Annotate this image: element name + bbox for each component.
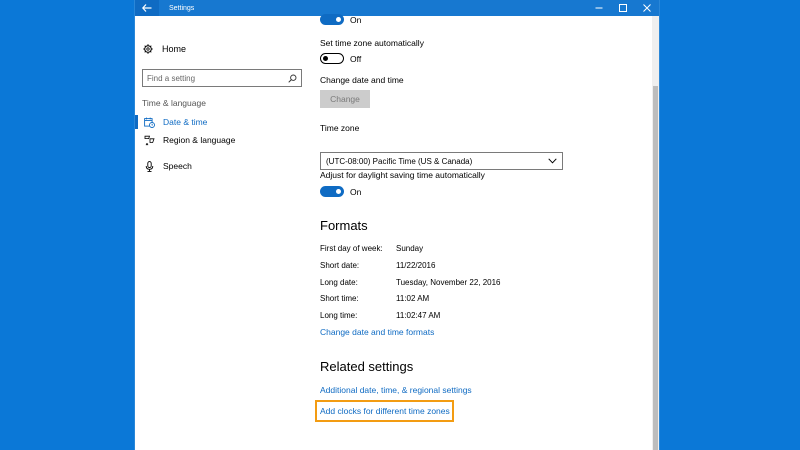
back-button[interactable] [135,0,159,16]
dst-label: Adjust for daylight saving time automati… [320,170,485,180]
dst-row: On [320,186,361,197]
format-value: 11:02:47 AM [396,311,441,320]
sidebar-home-label: Home [162,44,187,54]
time-zone-label: Time zone [320,123,360,133]
toggle-state: Off [350,53,362,64]
toggle-state: On [350,14,362,25]
sidebar-item-speech[interactable]: Speech [135,157,309,175]
calendar-clock-icon [144,117,155,128]
sidebar-item-label: Speech [163,161,192,171]
time-zone-dropdown[interactable]: (UTC-08:00) Pacific Time (US & Canada) [320,152,563,170]
set-tz-auto-toggle[interactable] [320,53,344,64]
gear-icon [143,44,153,54]
search-input[interactable]: Find a setting [142,69,302,87]
format-value: Sunday [396,244,424,253]
window-controls [587,0,659,16]
sidebar-section-label: Time & language [142,98,206,108]
format-key: Long time: [320,311,358,320]
scrollbar[interactable] [652,16,659,450]
format-value: 11:02 AM [396,294,430,303]
sidebar-item-date-time[interactable]: Date & time [135,113,309,131]
sidebar-item-label: Date & time [163,117,208,127]
minimize-icon [595,7,603,9]
additional-settings-link[interactable]: Additional date, time, & regional settin… [320,385,472,395]
search-icon [288,74,297,83]
change-formats-link[interactable]: Change date and time formats [320,327,434,337]
sidebar-item-region-language[interactable]: Region & language [135,131,309,149]
minimize-button[interactable] [587,0,611,16]
chevron-down-icon [548,158,557,164]
change-button[interactable]: Change [320,90,370,108]
scroll-thumb[interactable] [653,86,658,450]
format-key: Short time: [320,294,359,303]
set-time-auto-toggle[interactable] [320,14,344,25]
settings-window: Settings Home Find a setting Time & lang… [134,0,660,450]
arrow-left-icon [142,4,152,12]
sidebar-item-label: Region & language [163,135,236,145]
maximize-icon [619,4,627,12]
set-time-auto-row: On [320,14,361,25]
active-indicator [135,115,138,129]
format-key: Long date: [320,278,358,287]
close-button[interactable] [635,0,659,16]
sidebar: Home Find a setting Time & language Date… [135,16,309,450]
set-tz-auto-label: Set time zone automatically [320,38,424,48]
related-settings-heading: Related settings [320,359,414,374]
change-dt-label: Change date and time [320,75,404,85]
title-bar: Settings [135,0,659,16]
search-placeholder: Find a setting [147,73,196,83]
format-value: Tuesday, November 22, 2016 [396,278,501,287]
sidebar-home[interactable]: Home [143,44,186,54]
toggle-state: On [350,186,362,197]
format-value: 11/22/2016 [396,261,436,270]
region-icon [144,135,155,145]
window-title: Settings [169,4,195,12]
formats-heading: Formats [320,218,368,233]
format-key: First day of week: [320,244,383,253]
set-tz-auto-row: Off [320,53,361,64]
maximize-button[interactable] [611,0,635,16]
format-key: Short date: [320,261,360,270]
dst-toggle[interactable] [320,186,344,197]
time-zone-value: (UTC-08:00) Pacific Time (US & Canada) [326,156,473,166]
microphone-icon [145,160,154,172]
close-icon [643,4,651,12]
content-pane: On Set time zone automatically Off Chang… [320,14,650,450]
highlight-annotation [315,400,454,422]
